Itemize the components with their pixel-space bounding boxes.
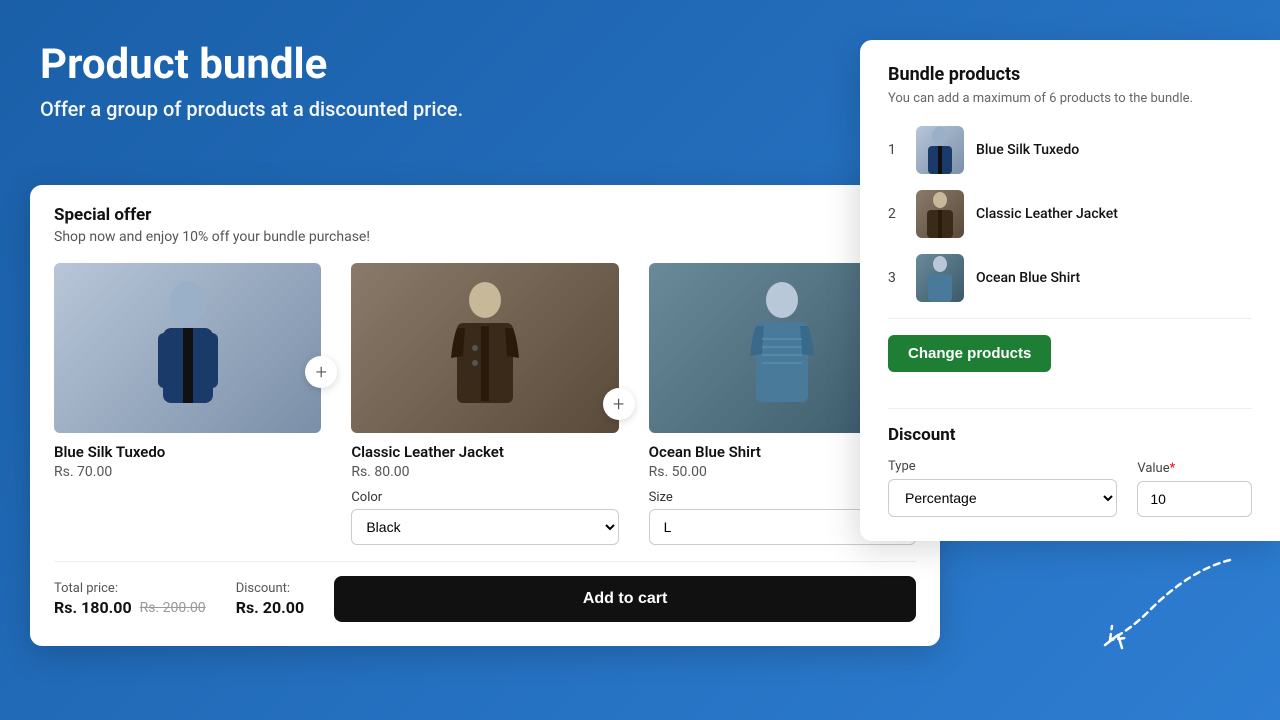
bundle-divider [888,318,1252,319]
product-item-tuxedo: + Blue Silk Tuxedo Rs. 70.00 [54,263,321,480]
bottom-row: Total price: Rs. 180.00 Rs. 200.00 Disco… [54,561,916,622]
special-offer-subtitle: Shop now and enjoy 10% off your bundle p… [54,229,916,245]
bundle-thumb-tuxedo [916,126,964,174]
bundle-item-3: 3 Ocean Blue Shirt [888,254,1252,302]
discount-display-amount: Rs. 20.00 [236,598,304,617]
hero-section: Product bundle Offer a group of products… [40,40,463,121]
color-select[interactable]: Black Brown White [351,509,618,545]
bundle-divider-2 [888,408,1252,409]
bundle-item-name-3: Ocean Blue Shirt [976,270,1080,286]
total-price-row: Rs. 180.00 Rs. 200.00 [54,598,206,617]
total-current-price: Rs. 180.00 [54,598,132,617]
product-item-jacket: + Classic Leather Jacket Rs. 80.00 Color… [351,263,618,545]
bundle-thumb-jacket [916,190,964,238]
value-label: Value [1137,461,1252,476]
bundle-item-2: 2 Classic Leather Jacket [888,190,1252,238]
special-offer-title: Special offer [54,205,916,225]
type-label: Type [888,459,1117,474]
total-section: Total price: Rs. 180.00 Rs. 200.00 [54,581,206,617]
discount-display-label: Discount: [236,581,304,596]
bundle-item-name-1: Blue Silk Tuxedo [976,142,1079,158]
hero-subtitle: Offer a group of products at a discounte… [40,97,463,121]
product-price-jacket: Rs. 80.00 [351,464,618,480]
discount-display-section: Discount: Rs. 20.00 [236,581,304,617]
bundle-item-name-2: Classic Leather Jacket [976,206,1118,222]
add-to-cart-button[interactable]: Add to cart [334,576,916,622]
discount-type-field: Type Percentage Fixed [888,459,1117,517]
arrow-bottom-right-icon [1050,540,1250,660]
discount-panel: Discount Type Percentage Fixed Value [888,425,1252,517]
discount-row: Type Percentage Fixed Value [888,459,1252,517]
product-name-tuxedo: Blue Silk Tuxedo [54,443,321,461]
total-label: Total price: [54,581,206,596]
discount-type-select[interactable]: Percentage Fixed [888,479,1117,517]
bundle-thumb-shirt [916,254,964,302]
discount-value-input[interactable] [1137,481,1252,517]
product-price-tuxedo: Rs. 70.00 [54,464,321,480]
total-original-price: Rs. 200.00 [140,600,206,616]
bundle-num-2: 2 [888,206,904,222]
product-image-jacket [351,263,618,433]
bundle-num-3: 3 [888,270,904,286]
bundle-panel: Bundle products You can add a maximum of… [860,40,1280,541]
color-label: Color [351,490,618,505]
discount-value-field: Value [1137,461,1252,517]
bundle-num-1: 1 [888,142,904,158]
hero-title: Product bundle [40,40,463,89]
products-row: + Blue Silk Tuxedo Rs. 70.00 + Classic L… [54,263,916,545]
bundle-subtitle: You can add a maximum of 6 products to t… [888,91,1252,106]
bundle-item-1: 1 Blue Silk Tuxedo [888,126,1252,174]
plus-icon-2: + [603,388,635,420]
bundle-title: Bundle products [888,64,1252,85]
plus-icon-1: + [305,356,337,388]
product-image-tuxedo [54,263,321,433]
product-name-jacket: Classic Leather Jacket [351,443,618,461]
change-products-button[interactable]: Change products [888,335,1051,372]
product-card: Special offer Shop now and enjoy 10% off… [30,185,940,646]
discount-heading: Discount [888,425,1252,445]
